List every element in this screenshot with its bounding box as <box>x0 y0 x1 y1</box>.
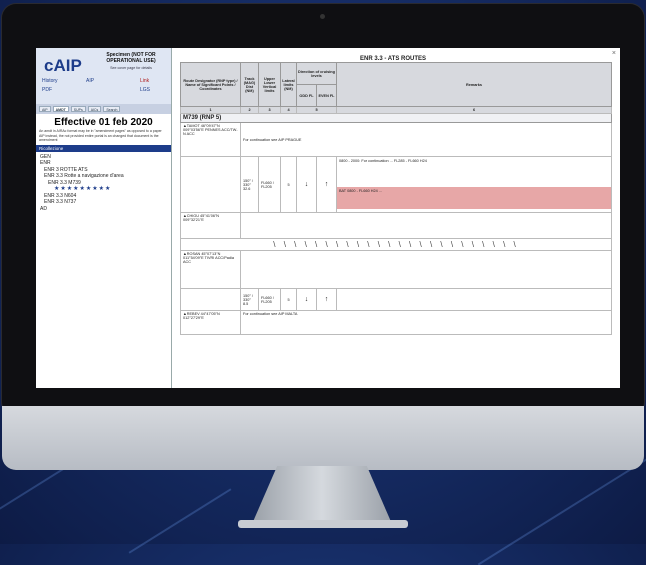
monitor-chin <box>2 406 644 470</box>
remark-cell: For continuation see AIP MALTA <box>240 310 612 335</box>
table-row: ▲CHIGU 45°41'06"N 009°32'21"E <box>180 212 612 239</box>
table-row: ▲REBEV 44°47'05"N 012°27'29"E For contin… <box>180 310 612 335</box>
specimen-label: Specimen (NOT FOR OPERATIONAL USE) <box>106 52 156 64</box>
lateral-cell: 5 <box>280 288 297 311</box>
even-arrow-icon: ↑ <box>316 288 337 311</box>
remark-highlight: BAT 0800 - FL660 H24 ... <box>337 187 611 209</box>
odd-arrow-icon: ↓ <box>296 288 317 311</box>
cover-page-link[interactable]: See cover page for details <box>94 66 168 70</box>
remarks-block: 0800 - 2000: For continuation ... FL285 … <box>336 156 612 213</box>
point-cell: ▲ROSAN 45°07'13"N 011°54'09"E TIVRI ACC/… <box>180 250 241 289</box>
num-3: 3 <box>258 106 281 114</box>
camera-dot <box>320 14 325 19</box>
monitor-base <box>238 520 408 528</box>
link-c[interactable]: LGS <box>140 87 150 93</box>
table-row: 150° / 330° 8.5 FL660 / FL205 5 ↓ ↑ <box>180 288 612 311</box>
tab-amdt[interactable]: AMDT <box>52 106 69 112</box>
monitor-bezel: cAIP Specimen (NOT FOR OPERATIONAL USE) … <box>2 4 644 416</box>
limits-cell: FL660 / FL205 <box>258 288 281 311</box>
amendment-note: An amdt in AIRAc format may be in "amend… <box>39 129 162 142</box>
track-cell: 150° / 330° 32.6 <box>240 156 259 213</box>
lateral-cell: 5 <box>280 156 297 213</box>
table-row: ▲ROSAN 45°07'13"N 011°54'09"E TIVRI ACC/… <box>180 250 612 289</box>
odd-arrow-icon: ↓ <box>296 156 317 213</box>
pdf-link[interactable]: PDF <box>42 87 52 93</box>
ats-route-table: Route Designator (RNP type) / Name of Si… <box>180 62 612 335</box>
limits-cell: FL660 / FL205 <box>258 156 281 213</box>
section-bar: Ricollezione <box>36 144 171 152</box>
close-icon[interactable]: × <box>612 50 616 57</box>
monitor-stand <box>252 466 392 524</box>
num-5: 5 <box>296 106 337 114</box>
screen: cAIP Specimen (NOT FOR OPERATIONAL USE) … <box>36 48 620 388</box>
point-cell: ▲REBEV 44°47'05"N 012°27'29"E <box>180 310 241 335</box>
tab-aics[interactable]: AICs <box>87 106 102 112</box>
caip-sidebar: cAIP Specimen (NOT FOR OPERATIONAL USE) … <box>36 48 172 388</box>
even-arrow-icon: ↑ <box>316 156 337 213</box>
track-cell: 150° / 330° 8.5 <box>240 288 259 311</box>
point-cell: ▲CHIGU 45°41'06"N 009°32'21"E <box>180 212 241 239</box>
tab-search[interactable]: Search <box>103 106 121 112</box>
history-link[interactable]: History <box>42 78 58 84</box>
aip-link[interactable]: AIP <box>86 78 94 84</box>
col-direction: Direction of cruising levels <box>296 62 337 85</box>
col-track: Track (MAG) Dist (NM) <box>240 62 259 107</box>
link-g[interactable]: Link <box>140 78 149 84</box>
effective-date: Effective 01 feb 2020 <box>54 117 153 128</box>
nav-tree: GEN ENR ENR 3 ROTTE ATS ENR 3.3 Rotte a … <box>36 152 171 215</box>
col-odd: ODD FL <box>296 84 317 107</box>
tree-item-ad[interactable]: AD <box>40 206 167 213</box>
break-marker: \ \ \ \ \ \ \ \ \ \ \ \ \ \ \ \ \ \ \ \ … <box>180 238 612 251</box>
tab-sups[interactable]: SUPs <box>70 106 86 112</box>
enr-document: × ENR 3.3 - ATS ROUTES Route Designator … <box>172 48 620 388</box>
col-lateral: Lateral limits (NM) <box>280 62 297 107</box>
caip-header: cAIP Specimen (NOT FOR OPERATIONAL USE) … <box>36 48 171 104</box>
point-cell: ▲TAMOT 46°09'47"N 009°03'56"E PENNES ACC… <box>180 122 241 157</box>
caip-tabs: AIP AMDT SUPs AICs Search <box>36 104 171 114</box>
remark-text: 0800 - 2000: For continuation ... FL285 … <box>339 159 427 163</box>
table-row: 150° / 330° 32.6 FL660 / FL205 5 ↓ ↑ 080… <box>180 156 612 213</box>
caip-logo: cAIP <box>44 56 82 75</box>
num-1: 1 <box>180 106 241 114</box>
tab-aip[interactable]: AIP <box>39 106 51 112</box>
num-6: 6 <box>336 106 612 114</box>
num-4: 4 <box>280 106 297 114</box>
col-even: EVEN FL <box>316 84 337 107</box>
num-2: 2 <box>240 106 259 114</box>
monitor: cAIP Specimen (NOT FOR OPERATIONAL USE) … <box>2 4 644 474</box>
col-upper: Upper Lower Vertical limits <box>258 62 281 107</box>
col-designator: Route Designator (RNP type) / Name of Si… <box>180 62 241 107</box>
remark-cell: For continuation see AIP PRAGUE <box>240 122 612 157</box>
route-designator: M739 (RNP 5) <box>180 113 612 123</box>
table-row: ▲TAMOT 46°09'47"N 009°03'56"E PENNES ACC… <box>180 122 612 157</box>
col-remarks: Remarks <box>336 62 612 107</box>
